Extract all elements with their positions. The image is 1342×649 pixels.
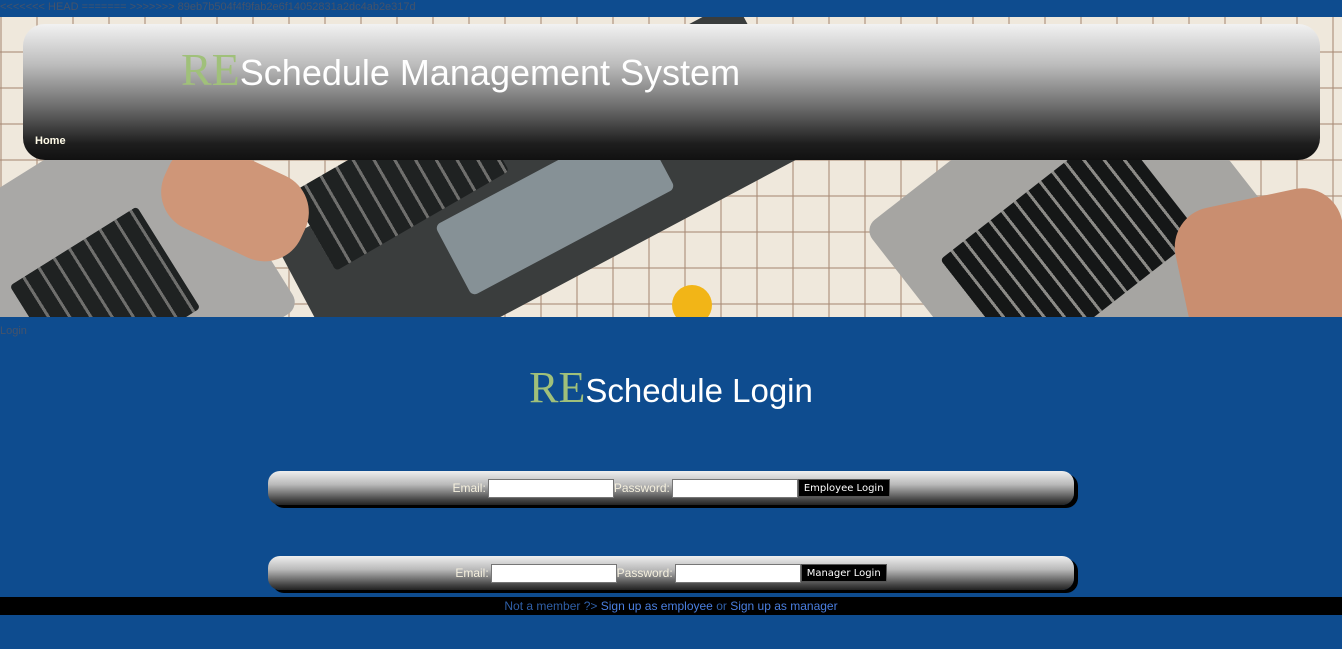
employee-login-form: Email: Password: Employee Login bbox=[268, 471, 1074, 505]
merge-conflict-marker: <<<<<<< HEAD ======= >>>>>>> 89eb7b504f4… bbox=[0, 1, 416, 13]
signup-prompt: Not a member ?> bbox=[504, 599, 598, 613]
login-title-text: Schedule Login bbox=[585, 372, 813, 409]
hero-yellow-object bbox=[672, 285, 712, 317]
manager-password-input[interactable] bbox=[674, 563, 801, 583]
page-title: RESchedule Login bbox=[0, 362, 1342, 413]
hero-banner: RESchedule Management System Home bbox=[0, 17, 1342, 317]
signup-manager-link[interactable]: Sign up as manager bbox=[730, 599, 837, 613]
nav-home-link[interactable]: Home bbox=[35, 135, 66, 147]
manager-password-label: Password: bbox=[616, 566, 673, 580]
manager-login-button[interactable]: Manager Login bbox=[800, 564, 887, 582]
manager-email-label: Email: bbox=[455, 566, 489, 580]
signup-footer: Not a member ?> Sign up as employee or S… bbox=[0, 597, 1342, 615]
employee-email-label: Email: bbox=[452, 481, 486, 495]
manager-email-input[interactable] bbox=[490, 563, 617, 583]
site-title: RESchedule Management System bbox=[181, 43, 740, 96]
breadcrumb: Login bbox=[0, 325, 27, 337]
login-logo-prefix: RE bbox=[529, 363, 586, 412]
manager-login-form: Email: Password: Manager Login bbox=[268, 556, 1074, 590]
employee-password-label: Password: bbox=[613, 481, 670, 495]
site-title-text: Schedule Management System bbox=[239, 52, 741, 93]
signup-or-text: or bbox=[716, 599, 727, 613]
employee-password-input[interactable] bbox=[671, 478, 798, 498]
header-bar: RESchedule Management System Home bbox=[23, 24, 1320, 160]
employee-login-button[interactable]: Employee Login bbox=[797, 479, 890, 497]
signup-employee-link[interactable]: Sign up as employee bbox=[601, 599, 713, 613]
site-logo-prefix: RE bbox=[181, 44, 240, 95]
employee-email-input[interactable] bbox=[487, 478, 614, 498]
